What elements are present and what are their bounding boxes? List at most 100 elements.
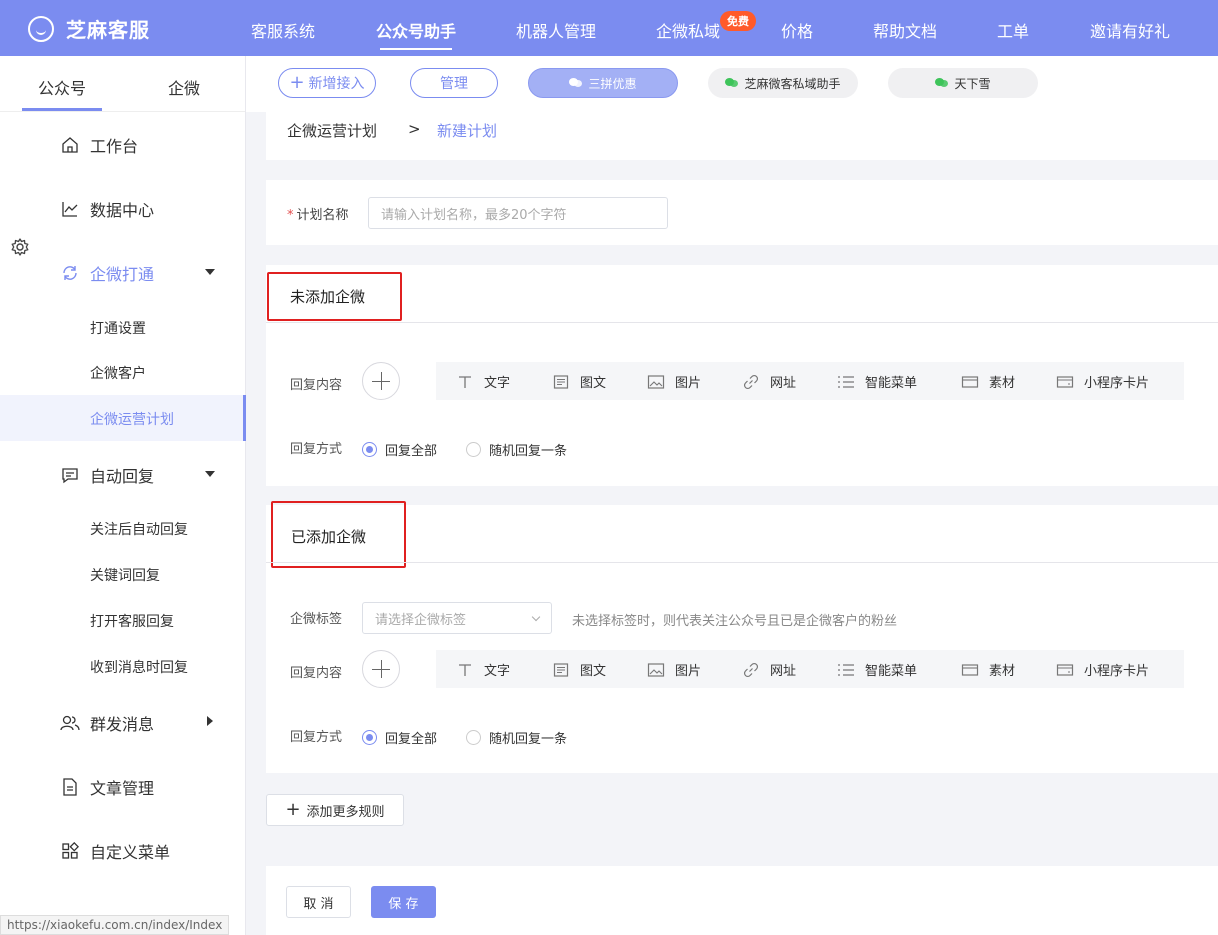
wechat-icon xyxy=(569,78,583,88)
add-content-button[interactable] xyxy=(362,362,400,400)
wallet-icon xyxy=(961,374,979,390)
nav-invite[interactable]: 邀请有好礼 xyxy=(1090,18,1170,42)
reply-mode-label: 回复方式 xyxy=(290,442,343,457)
list-icon xyxy=(837,662,855,678)
card-icon xyxy=(1056,662,1074,678)
nav-help-docs[interactable]: 帮助文档 xyxy=(873,18,937,42)
sidebar-subitem-keyword-reply[interactable]: 关键词回复 xyxy=(90,565,160,585)
radio-reply-all[interactable]: 回复全部 xyxy=(362,440,437,459)
chevron-down-icon[interactable] xyxy=(205,471,215,477)
tool-label: 素材 xyxy=(989,664,1016,679)
sidebar-item-label: 自定义菜单 xyxy=(90,843,171,862)
tool-image[interactable]: 图片 xyxy=(647,660,701,679)
tool-link[interactable]: 网址 xyxy=(742,372,796,391)
sidebar-item-auto-reply[interactable]: 自动回复 xyxy=(60,463,154,487)
chevron-down-icon[interactable] xyxy=(205,269,215,275)
add-access-button[interactable]: + 新增接入 xyxy=(278,68,376,98)
cancel-button[interactable]: 取 消 xyxy=(286,886,351,918)
account-label: 三拼优惠 xyxy=(588,76,637,91)
tab-official-account[interactable]: 公众号 xyxy=(21,75,103,111)
text-icon xyxy=(456,374,474,390)
radio-reply-all[interactable]: 回复全部 xyxy=(362,728,437,747)
radio-reply-random[interactable]: 随机回复一条 xyxy=(466,440,567,459)
sidebar-item-wecom-connect[interactable]: 企微打通 xyxy=(60,261,154,285)
card-icon xyxy=(1056,374,1074,390)
sidebar-subitem-open-cs-reply[interactable]: 打开客服回复 xyxy=(90,611,174,631)
sidebar-item-broadcast[interactable]: 群发消息 xyxy=(60,711,154,735)
nav-official-account-assistant[interactable]: 公众号助手 xyxy=(376,18,456,50)
chevron-right-icon[interactable] xyxy=(207,716,213,726)
radio-label: 随机回复一条 xyxy=(489,732,568,747)
add-more-rules-button[interactable]: + 添加更多规则 xyxy=(266,794,404,826)
radio-unchecked-icon xyxy=(466,730,481,745)
plus-icon: + xyxy=(289,72,305,93)
sidebar-item-label: 群发消息 xyxy=(90,715,155,734)
sidebar-item-custom-menu[interactable]: 自定义菜单 xyxy=(60,839,170,863)
plan-name-input[interactable]: 请输入计划名称，最多20个字符 xyxy=(368,197,668,229)
chevron-down-icon xyxy=(531,612,541,622)
tool-label: 图片 xyxy=(675,376,702,391)
tool-label: 文字 xyxy=(484,376,511,391)
radio-label: 回复全部 xyxy=(385,444,438,459)
tag-select[interactable]: 请选择企微标签 xyxy=(362,602,552,634)
tool-image[interactable]: 图片 xyxy=(647,372,701,391)
sidebar-item-articles[interactable]: 文章管理 xyxy=(60,775,154,799)
article-icon xyxy=(552,374,570,390)
sidebar-subitem-follow-reply[interactable]: 关注后自动回复 xyxy=(90,519,188,539)
sidebar-subitem-msg-reply[interactable]: 收到消息时回复 xyxy=(90,657,188,677)
account-tab-tianxiaxue[interactable]: 天下雪 xyxy=(888,68,1038,98)
tool-rich-text[interactable]: 图文 xyxy=(552,660,606,679)
tool-mini-program[interactable]: 小程序卡片 xyxy=(1056,660,1149,679)
highlight-box xyxy=(271,501,406,568)
tool-label: 图片 xyxy=(675,664,702,679)
breadcrumb-parent[interactable]: 企微运营计划 xyxy=(287,120,377,141)
sidebar-item-data-center[interactable]: 数据中心 xyxy=(60,197,154,221)
form-footer: 取 消 保 存 xyxy=(266,866,1218,935)
image-icon xyxy=(647,662,665,678)
free-badge: 免费 xyxy=(720,11,756,31)
tool-material[interactable]: 素材 xyxy=(961,372,1015,391)
radio-reply-random[interactable]: 随机回复一条 xyxy=(466,728,567,747)
nav-wecom-private[interactable]: 企微私域 xyxy=(656,18,720,42)
gear-icon[interactable] xyxy=(10,237,30,261)
sidebar-item-workbench[interactable]: 工作台 xyxy=(60,133,138,157)
tab-wecom[interactable]: 企微 xyxy=(168,75,200,99)
nav-robot-management[interactable]: 机器人管理 xyxy=(516,18,596,42)
link-icon xyxy=(742,662,760,678)
add-content-button[interactable] xyxy=(362,650,400,688)
sync-icon xyxy=(60,263,80,283)
breadcrumb-current: 新建计划 xyxy=(437,122,498,140)
manage-button[interactable]: 管理 xyxy=(410,68,498,98)
account-tab-sanpin[interactable]: 三拼优惠 xyxy=(528,68,678,98)
plan-name-label: * 计划名称 xyxy=(287,204,349,223)
account-tab-zhima[interactable]: 芝麻微客私域助手 xyxy=(708,68,858,98)
account-label: 芝麻微客私域助手 xyxy=(744,76,841,91)
radio-label: 随机回复一条 xyxy=(489,444,568,459)
tool-smart-menu[interactable]: 智能菜单 xyxy=(837,372,917,391)
nav-pricing[interactable]: 价格 xyxy=(781,18,813,42)
tool-label: 图文 xyxy=(580,376,607,391)
logo[interactable]: 芝麻客服 xyxy=(28,14,150,43)
tag-select-placeholder: 请选择企微标签 xyxy=(375,612,467,628)
line-chart-icon xyxy=(60,199,80,219)
tool-text[interactable]: 文字 xyxy=(456,372,510,391)
sidebar-subitem-wecom-customers[interactable]: 企微客户 xyxy=(90,363,146,383)
save-button[interactable]: 保 存 xyxy=(371,886,436,918)
account-toolbar: + 新增接入 管理 三拼优惠 芝麻微客私域助手 天下雪 xyxy=(246,56,1218,112)
tool-label: 素材 xyxy=(989,376,1016,391)
tool-link[interactable]: 网址 xyxy=(742,660,796,679)
highlight-box xyxy=(267,272,402,321)
plan-name-label-text: 计划名称 xyxy=(296,208,349,223)
tool-mini-program[interactable]: 小程序卡片 xyxy=(1056,372,1149,391)
reply-content-label: 回复内容 xyxy=(290,666,343,681)
nav-cs-system[interactable]: 客服系统 xyxy=(251,18,315,42)
tool-text[interactable]: 文字 xyxy=(456,660,510,679)
tool-material[interactable]: 素材 xyxy=(961,660,1015,679)
tool-smart-menu[interactable]: 智能菜单 xyxy=(837,660,917,679)
top-nav-bar: 芝麻客服 客服系统 公众号助手 机器人管理 企微私域 免费 价格 帮助文档 工单… xyxy=(0,0,1218,56)
tool-rich-text[interactable]: 图文 xyxy=(552,372,606,391)
sidebar-item-label: 工作台 xyxy=(90,137,139,156)
sidebar-subitem-wecom-plan[interactable]: 企微运营计划 xyxy=(90,409,174,429)
sidebar-subitem-connect-settings[interactable]: 打通设置 xyxy=(90,318,146,338)
nav-tickets[interactable]: 工单 xyxy=(997,18,1029,42)
